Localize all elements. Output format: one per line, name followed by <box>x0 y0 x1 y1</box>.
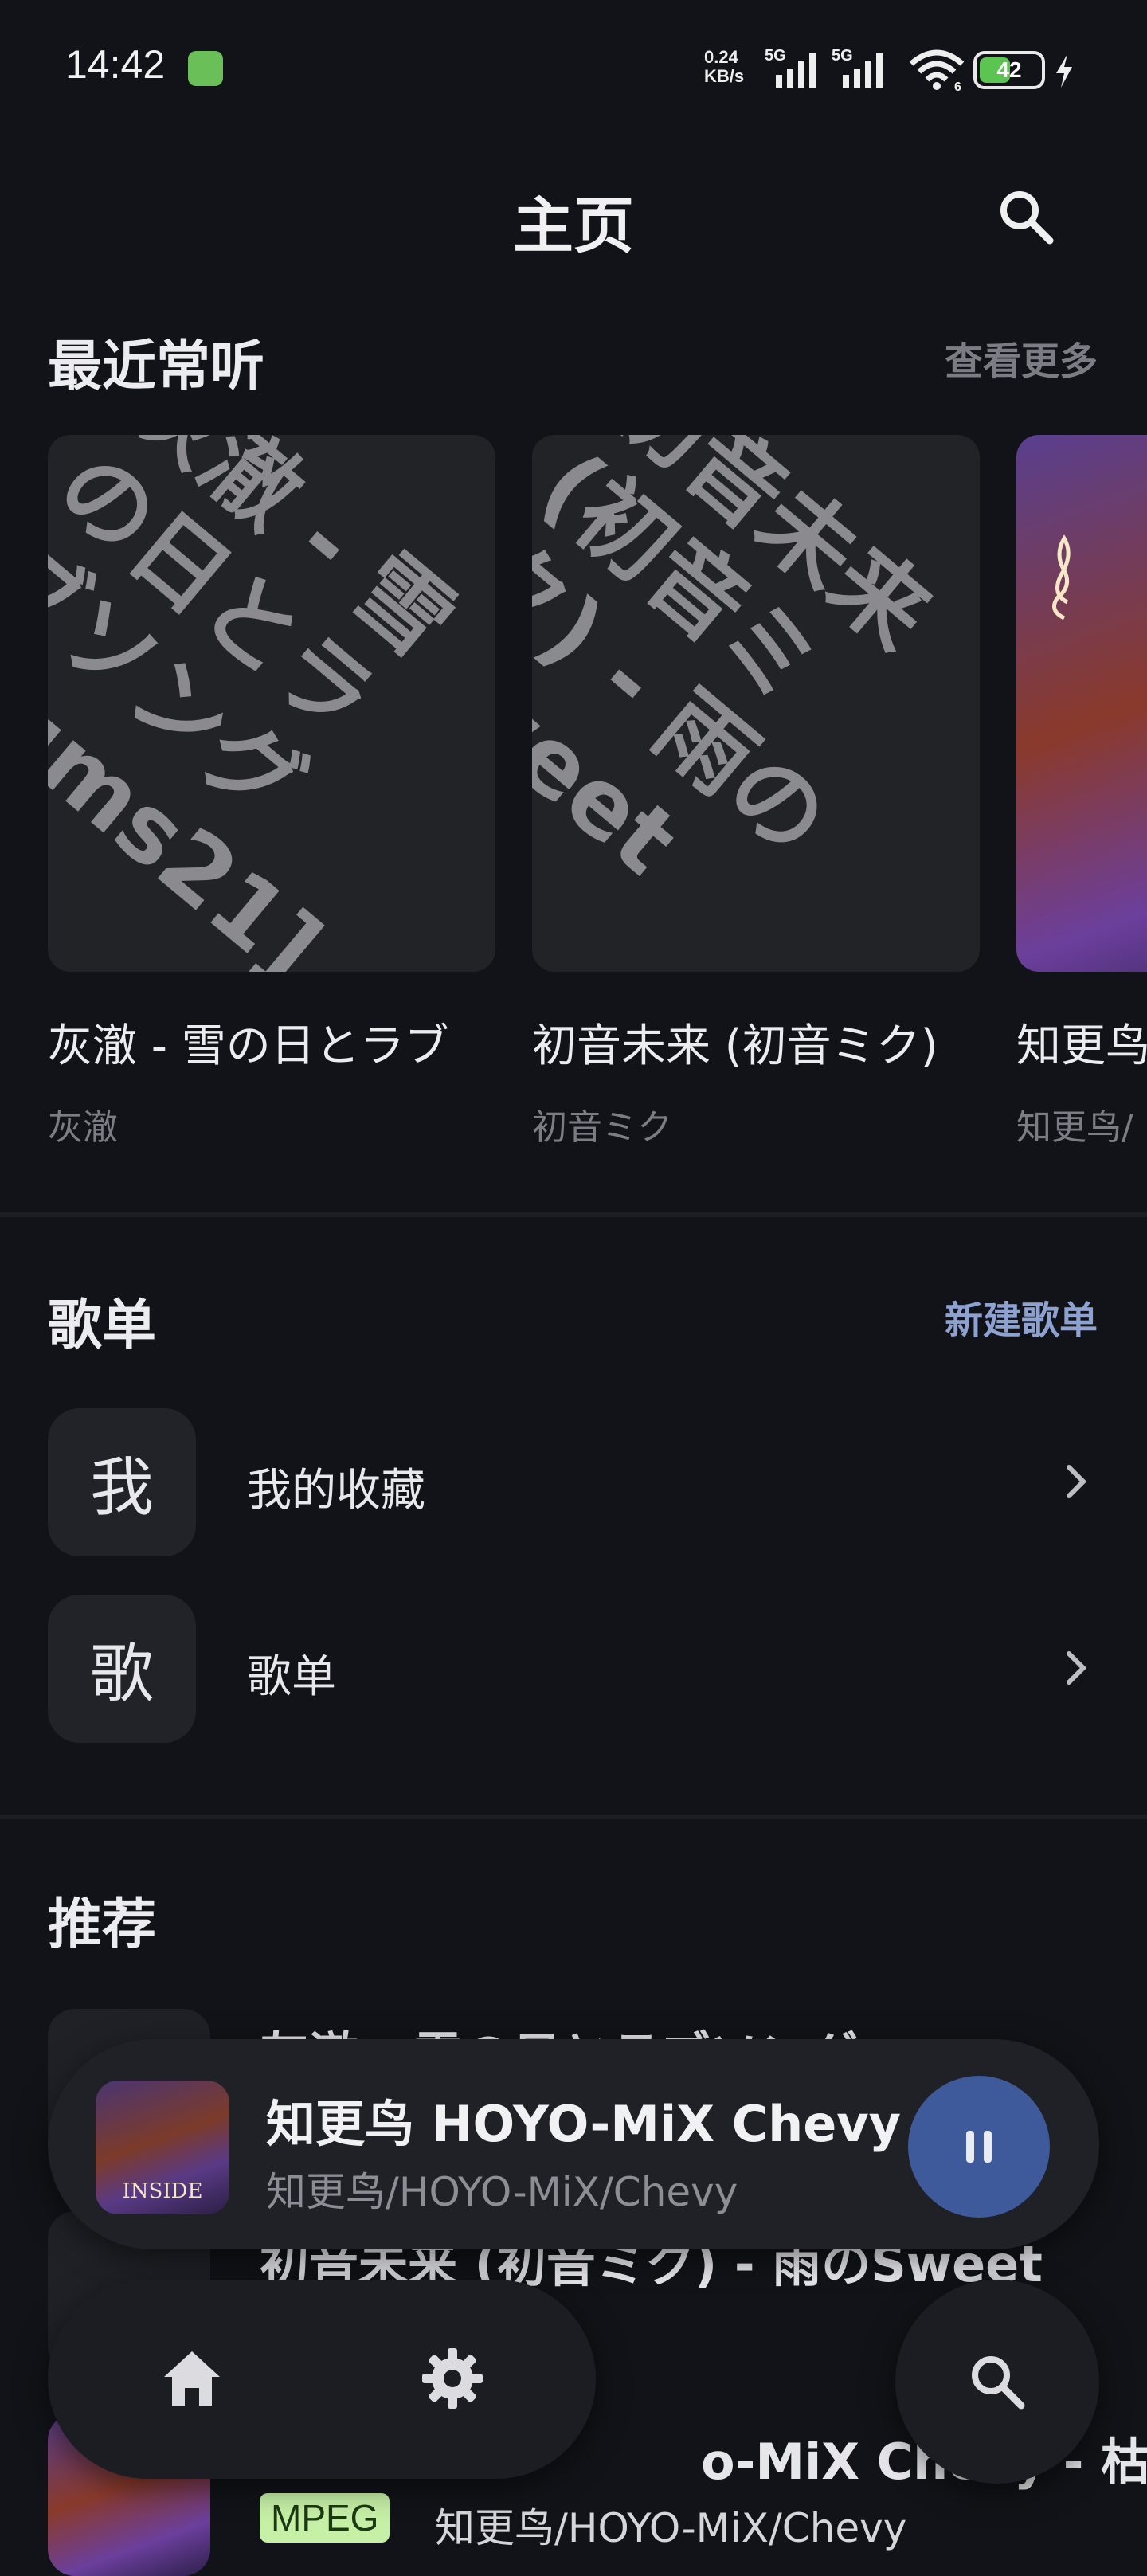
wifi-level: 6 <box>954 80 961 94</box>
playlist-label: 歌单 <box>247 1651 336 1703</box>
album-art-label: INSIDE <box>122 2179 203 2203</box>
album-art-placeholder: 灰澈 - 雪 の日とラ ブソング mqms21] <box>48 435 495 972</box>
new-playlist-button[interactable]: 新建歌单 <box>945 1289 1098 1345</box>
card-title: 知更鸟 <box>1016 1020 1147 1072</box>
format-badge: MPEG <box>260 2493 390 2543</box>
playlist-badge: 我 <box>48 1408 196 1556</box>
network-speed: 0.24 KB/s <box>704 47 745 86</box>
album-art-text: 灰澈 - 雪 の日とラ ブソング mqms21] <box>48 435 476 972</box>
album-art <box>1016 435 1147 972</box>
card-subtitle: 初音ミク <box>532 1107 672 1148</box>
wifi-icon: 6 <box>909 49 965 94</box>
player-track-artist: 知更鸟/HOYO-MiX/Chevy <box>266 2169 738 2215</box>
pause-icon <box>966 2131 992 2163</box>
signal-1-label: 5G <box>765 47 786 65</box>
gear-icon[interactable] <box>419 2345 486 2412</box>
signal-icon-1: 5G <box>765 47 816 88</box>
playlists-section-title: 歌单 <box>48 1294 157 1357</box>
player-track-title: 知更鸟 HOYO-MiX Chevy <box>266 2095 902 2153</box>
card-subtitle: 知更鸟/ <box>1016 1107 1133 1148</box>
playlist-label: 我的收藏 <box>247 1465 425 1517</box>
recent-section-title: 最近常听 <box>48 335 265 398</box>
search-icon[interactable] <box>994 185 1058 249</box>
recommended-section-title: 推荐 <box>48 1893 157 1956</box>
chevron-right-icon <box>1067 1651 1087 1685</box>
signal-2-label: 5G <box>832 47 853 65</box>
section-divider <box>0 1815 1147 1819</box>
battery-level: 42 <box>996 57 1022 82</box>
card-title: 灰澈 - 雪の日とラブ <box>48 1020 449 1072</box>
recent-card[interactable]: 初音未来 (初音ミ ク) - 雨の Sweet 初音未来 (初音ミク) 初音ミク <box>532 435 980 1149</box>
battery-icon: 42 <box>973 51 1045 89</box>
album-art-text: 初音未来 (初音ミ ク) - 雨の Sweet <box>532 435 952 896</box>
mini-player[interactable]: INSIDE 知更鸟 HOYO-MiX Chevy 知更鸟/HOYO-MiX/C… <box>48 2039 1099 2249</box>
android-app-icon <box>188 51 223 86</box>
bottom-nav <box>48 2280 596 2479</box>
search-icon <box>972 2356 1025 2410</box>
card-title: 初音未来 (初音ミク) <box>532 1020 938 1072</box>
track-artist: 知更鸟/HOYO-MiX/Chevy <box>435 2505 907 2551</box>
playlist-item-playlists[interactable]: 歌 歌单 <box>48 1595 1099 1743</box>
card-subtitle: 灰澈 <box>48 1107 118 1148</box>
playlist-badge: 歌 <box>48 1595 196 1743</box>
recent-card[interactable]: 灰澈 - 雪 の日とラ ブソング mqms21] 灰澈 - 雪の日とラブ 灰澈 <box>48 435 495 1149</box>
chevron-right-icon <box>1067 1465 1087 1498</box>
home-icon[interactable] <box>159 2347 225 2410</box>
charging-bolt-icon <box>1056 54 1072 88</box>
see-more-link[interactable]: 查看更多 <box>945 330 1098 386</box>
recent-card[interactable]: 知更鸟 知更鸟/ <box>1016 435 1147 1149</box>
pause-button[interactable] <box>908 2076 1050 2218</box>
page-title: 主页 <box>513 190 634 261</box>
status-bar: 14:42 0.24 KB/s 5G 5G 6 42 <box>0 0 1147 135</box>
player-album-art: INSIDE <box>96 2081 229 2214</box>
treble-clef-icon <box>1052 534 1071 621</box>
album-art-placeholder: 初音未来 (初音ミ ク) - 雨の Sweet <box>532 435 980 972</box>
playlist-item-favorites[interactable]: 我 我的收藏 <box>48 1408 1099 1556</box>
signal-icon-2: 5G <box>832 47 883 88</box>
search-fab[interactable] <box>895 2280 1099 2484</box>
section-divider <box>0 1212 1147 1217</box>
status-time: 14:42 <box>65 42 166 87</box>
